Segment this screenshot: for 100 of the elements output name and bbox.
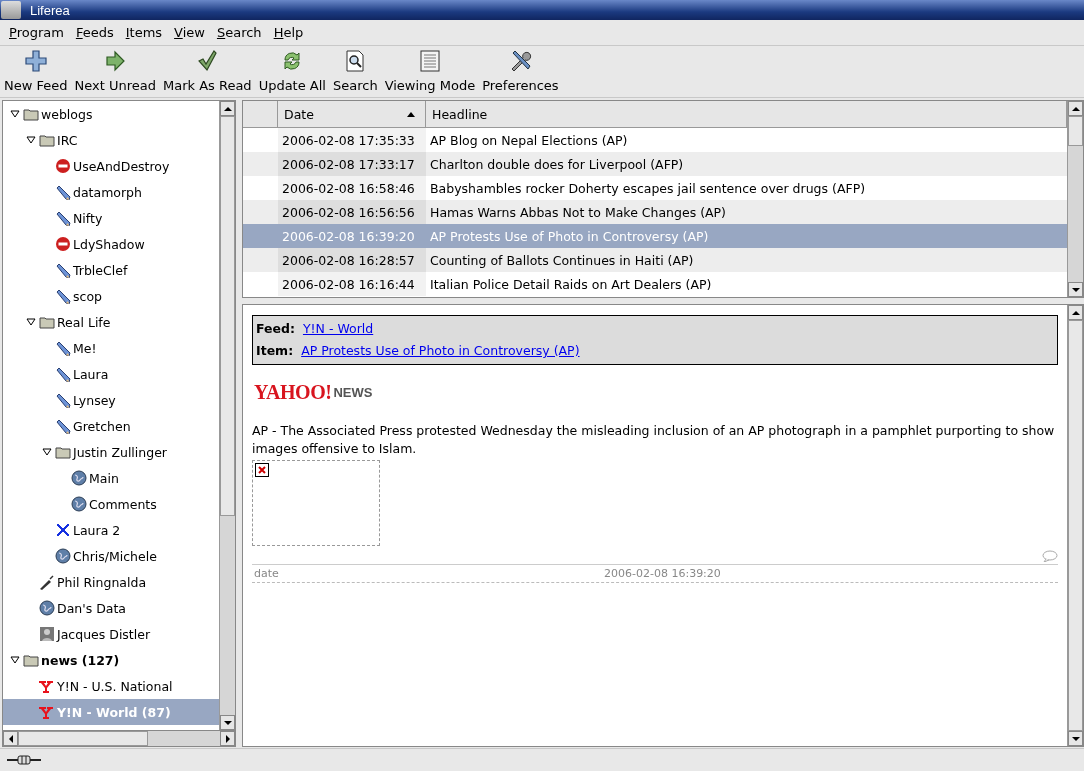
up-arrow-icon xyxy=(1071,308,1080,317)
date-cell: 2006-02-08 16:56:56 xyxy=(278,200,426,224)
tree-item[interactable]: LdyShadow xyxy=(3,231,219,257)
x-icon xyxy=(55,522,71,538)
sort-ascending-icon xyxy=(407,111,415,117)
toolbar-button[interactable]: Viewing Mode xyxy=(382,49,478,93)
scroll-up-button[interactable] xyxy=(220,101,235,116)
document-lines-icon xyxy=(417,49,442,73)
scrollbar[interactable] xyxy=(219,101,235,730)
scroll-thumb[interactable] xyxy=(18,731,148,746)
tree-item[interactable]: TrbleClef xyxy=(3,257,219,283)
folder-icon xyxy=(23,106,39,122)
tree-item[interactable]: Laura xyxy=(3,361,219,387)
date-label: date xyxy=(254,567,280,580)
expander-icon[interactable] xyxy=(42,447,52,457)
tree-item[interactable]: UseAndDestroy xyxy=(3,153,219,179)
plus-icon xyxy=(23,49,48,73)
pencil-icon xyxy=(55,340,71,356)
menu-item[interactable]: Help xyxy=(267,23,310,42)
date-value: 2006-02-08 16:39:20 xyxy=(604,567,721,580)
toolbar-button[interactable]: Update All xyxy=(256,49,328,93)
headline-cell-text: AP Blog on Nepal Elections (AP) xyxy=(429,131,629,150)
pencil-icon xyxy=(55,392,71,408)
item-link[interactable]: AP Protests Use of Photo in Controversy (AP) xyxy=(301,340,580,362)
folder-icon xyxy=(39,314,55,330)
tree-item[interactable]: Comments xyxy=(3,491,219,517)
tree-item[interactable]: Phil Ringnalda xyxy=(3,569,219,595)
toolbar-button[interactable]: Search xyxy=(330,49,380,93)
tree-item[interactable]: scop xyxy=(3,283,219,309)
logo-text: NEWS xyxy=(333,385,373,400)
scroll-down-button[interactable] xyxy=(1068,731,1083,746)
date-cell: 2006-02-08 17:33:17 xyxy=(278,152,426,176)
article-text: AP - The Associated Press protested Wednesday the misleading inclusion of an AP photograph in a pamphlet purporting to show images offensive to Islam. xyxy=(252,422,1056,458)
headline-cell-text: Italian Police Detail Raids on Art Dealers (AP) xyxy=(429,275,713,294)
down-arrow-icon xyxy=(1071,734,1080,743)
folder-icon xyxy=(39,132,55,148)
toolbar-button[interactable]: Next Unread xyxy=(72,49,158,93)
scroll-down-button[interactable] xyxy=(220,715,235,730)
scroll-up-button[interactable] xyxy=(1068,305,1083,320)
toolbar-button[interactable]: New Feed xyxy=(2,49,70,93)
tree-item[interactable]: news (127) xyxy=(3,647,219,673)
tree-item[interactable]: Me! xyxy=(3,335,219,361)
column-header[interactable]: Date xyxy=(278,101,426,127)
scroll-left-button[interactable] xyxy=(3,731,18,746)
tree-item[interactable]: Main xyxy=(3,465,219,491)
expander-icon[interactable] xyxy=(26,135,36,145)
error-icon xyxy=(55,236,71,252)
folder-icon xyxy=(55,444,71,460)
expander-icon[interactable] xyxy=(10,655,20,665)
tree-item[interactable]: Jacques Distler xyxy=(3,621,219,647)
scrollbar[interactable] xyxy=(1067,101,1083,297)
toolbar-button[interactable]: Preferences xyxy=(480,49,561,93)
column-header[interactable]: Headline xyxy=(426,101,1067,127)
item-row[interactable]: 2006-02-08 16:28:57 Counting of Ballots Continues in Haiti (AP) xyxy=(243,248,1067,272)
folder-icon xyxy=(23,652,39,668)
tree-item[interactable]: Gretchen xyxy=(3,413,219,439)
globe-icon xyxy=(71,470,87,486)
down-arrow-icon xyxy=(223,718,232,727)
up-arrow-icon xyxy=(223,104,232,113)
expander-icon[interactable] xyxy=(10,109,20,119)
tree-item[interactable]: weblogs xyxy=(3,101,219,127)
feed-label: Feed: xyxy=(256,320,295,338)
headline-cell-text: Babyshambles rocker Doherty escapes jail sentence over drugs (AFP) xyxy=(429,179,867,198)
error-icon xyxy=(55,158,71,174)
globe-icon xyxy=(39,600,55,616)
tree-item[interactable]: Chris/Michele xyxy=(3,543,219,569)
up-arrow-icon xyxy=(1071,104,1080,113)
pencil-icon xyxy=(55,184,71,200)
item-row[interactable]: 2006-02-08 16:56:56 Hamas Warns Abbas Not to Make Changes (AP) xyxy=(243,200,1067,224)
scrollbar[interactable] xyxy=(2,730,236,747)
scroll-up-button[interactable] xyxy=(1068,101,1083,116)
menu-item[interactable]: Program xyxy=(3,23,70,42)
photo-icon xyxy=(39,626,55,642)
feed-link[interactable]: Y!N - World xyxy=(302,318,374,340)
menu-item[interactable]: Feeds xyxy=(69,23,120,42)
down-arrow-icon xyxy=(1071,285,1080,294)
date-cell: 2006-02-08 16:58:46 xyxy=(278,176,426,200)
scroll-down-button[interactable] xyxy=(1068,282,1083,297)
menu-item[interactable]: View xyxy=(168,23,211,42)
tree-item[interactable]: datamorph xyxy=(3,179,219,205)
item-row[interactable]: 2006-02-08 17:33:17 Charlton double does for Liverpool (AFP) xyxy=(243,152,1067,176)
expander-icon[interactable] xyxy=(26,317,36,327)
tree-item[interactable]: Justin Zullinger xyxy=(3,439,219,465)
scroll-right-button[interactable] xyxy=(220,731,235,746)
date-cell: 2006-02-08 16:28:57 xyxy=(278,248,426,272)
pencil-icon xyxy=(55,366,71,382)
pencil-icon xyxy=(55,288,71,304)
tree-item[interactable]: Nifty xyxy=(3,205,219,231)
broken-image-icon xyxy=(255,463,269,477)
scroll-thumb[interactable] xyxy=(220,116,235,516)
menu-item[interactable]: Search xyxy=(210,23,268,42)
tree-item[interactable]: Real Life xyxy=(3,309,219,335)
tree-item[interactable]: IRC xyxy=(3,127,219,153)
tree-item[interactable]: Dan's Data xyxy=(3,595,219,621)
toolbar-button[interactable]: Mark As Read xyxy=(160,49,254,93)
scroll-thumb[interactable] xyxy=(1068,116,1083,146)
tree-item[interactable]: Lynsey xyxy=(3,387,219,413)
tree-item[interactable]: Y!N - U.S. National xyxy=(3,673,219,699)
tree-item[interactable]: Laura 2 xyxy=(3,517,219,543)
menu-item[interactable]: Items xyxy=(119,23,169,42)
